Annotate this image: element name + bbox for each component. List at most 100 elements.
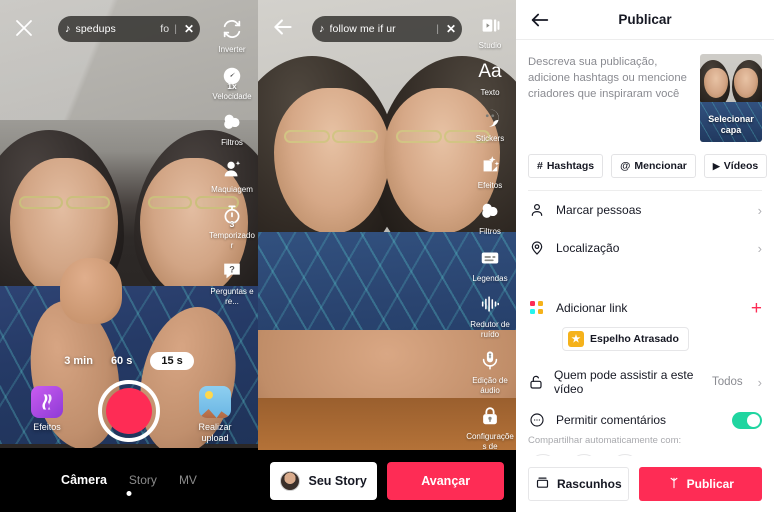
publish-sparkle-icon — [667, 476, 681, 493]
drafts-button[interactable]: Rascunhos — [528, 467, 629, 501]
tool-label: Edição de áudio — [472, 376, 508, 395]
publish-label: Publicar — [686, 477, 734, 491]
music-title: spedups — [75, 23, 116, 35]
tool-velocidade[interactable]: 1x Velocidade — [206, 63, 258, 102]
description-row: Descreva sua publicação, adicione hashta… — [516, 40, 774, 142]
apps-dots-icon — [528, 299, 546, 317]
editor-screen: ♪ follow me if ur | ✕ Studio Aa Texto St… — [258, 0, 516, 512]
description-input[interactable]: Descreva sua publicação, adicione hashta… — [528, 54, 690, 142]
tool-perguntas[interactable]: ? Perguntas e re... — [206, 258, 258, 306]
tool-temporizador[interactable]: 3 Temporizador — [206, 202, 258, 250]
avatar — [280, 471, 301, 491]
editor-action-bar: Seu Story Avançar — [258, 450, 516, 512]
add-link-plus-icon[interactable]: + — [751, 299, 762, 318]
audio-edit-icon — [477, 347, 503, 373]
close-icon[interactable]: ✕ — [444, 22, 456, 36]
record-button[interactable] — [98, 380, 160, 442]
drafts-label: Rascunhos — [556, 477, 622, 491]
tool-filtros[interactable]: Filtros — [464, 198, 516, 237]
tool-label: Filtros — [479, 227, 501, 236]
filters-icon — [477, 198, 503, 224]
location-pin-icon — [528, 239, 546, 257]
tab-mv[interactable]: MV — [179, 473, 197, 487]
divider: | — [174, 23, 177, 35]
tool-texto[interactable]: Aa Texto — [464, 59, 516, 98]
timer-badge: 3 — [229, 219, 235, 229]
text-icon: Aa — [478, 61, 502, 82]
sticker-icon — [477, 105, 503, 131]
add-link-row[interactable]: Adicionar link + — [516, 289, 774, 327]
privacy-value: Todos — [711, 376, 743, 388]
row-label: Adicionar link — [556, 301, 628, 315]
back-arrow-icon[interactable] — [270, 14, 298, 42]
tool-studio[interactable]: Studio — [464, 12, 516, 51]
chevron-right-icon: › — [757, 240, 762, 256]
cover-thumbnail[interactable]: Selecionar capa — [700, 54, 762, 142]
effects-button[interactable]: Efeitos — [16, 386, 78, 433]
app-badge-icon: ★ — [568, 331, 584, 347]
tab-camera[interactable]: Câmera — [61, 473, 107, 487]
privacy-row[interactable]: Quem pode assistir a este vídeo Todos › — [516, 363, 774, 401]
hashtags-chip[interactable]: # Hashtags — [528, 154, 604, 178]
question-icon: ? — [219, 258, 245, 284]
videos-chip[interactable]: ▶ Vídeos — [703, 154, 768, 178]
music-note-icon: ♪ — [319, 22, 325, 35]
row-label: Quem pode assistir a este vídeo — [554, 368, 694, 396]
mention-chip[interactable]: @ Mencionar — [611, 154, 696, 178]
auto-share-label: Compartilhar automaticamente com: — [528, 435, 682, 446]
tool-filtros[interactable]: Filtros — [206, 109, 258, 148]
close-icon[interactable]: ✕ — [182, 22, 194, 36]
close-icon[interactable] — [12, 16, 36, 40]
tool-edicao-audio[interactable]: Edição de áudio — [464, 347, 516, 395]
location-row[interactable]: Localização › — [516, 229, 774, 267]
tool-label: Texto — [480, 87, 500, 97]
music-title: follow me if ur — [329, 23, 396, 35]
at-icon: @ — [620, 160, 631, 172]
person-icon — [528, 201, 546, 219]
effects-sparkle-icon — [477, 152, 503, 178]
tool-label: Redutor de ruído — [470, 320, 510, 339]
music-pill-editor[interactable]: ♪ follow me if ur | ✕ — [312, 16, 462, 42]
makeup-icon — [219, 156, 245, 182]
speed-icon: 1x — [219, 63, 245, 91]
publish-screen: Publicar Descreva sua publicação, adicio… — [516, 0, 774, 512]
studio-icon — [477, 12, 503, 38]
linked-app-tag[interactable]: ★ Espelho Atrasado — [562, 327, 689, 351]
page-title: Publicar — [618, 12, 672, 27]
tool-label: Legendas — [472, 273, 508, 283]
three-panel-screenshot: ♪ spedups fo | ✕ Inverter 1x Velocidade … — [0, 0, 774, 512]
tool-maquiagem[interactable]: Maquiagem — [206, 156, 258, 195]
tool-stickers[interactable]: Stickers — [464, 105, 516, 144]
effects-label: Efeitos — [33, 422, 61, 432]
chip-label: Hashtags — [546, 160, 595, 172]
tool-legendas[interactable]: Legendas — [464, 245, 516, 284]
duration-option[interactable]: 3 min — [64, 355, 93, 367]
music-pill-camera[interactable]: ♪ spedups fo | ✕ — [58, 16, 200, 42]
tool-label: Velocidade — [212, 91, 252, 101]
music-note-icon: ♪ — [65, 22, 71, 35]
allow-comments-toggle[interactable] — [732, 411, 762, 429]
tag-people-row[interactable]: Marcar pessoas › — [516, 191, 774, 229]
publish-button[interactable]: Publicar — [638, 467, 762, 501]
row-label: Permitir comentários — [556, 413, 667, 427]
chip-label: Mencionar — [634, 160, 687, 172]
duration-option-selected[interactable]: 15 s — [150, 352, 194, 370]
compose-chips: # Hashtags @ Mencionar ▶ Vídeos — [516, 142, 774, 190]
your-story-button[interactable]: Seu Story — [270, 462, 378, 500]
mode-indicator-dot — [126, 491, 132, 496]
tool-efeitos[interactable]: Efeitos — [464, 152, 516, 191]
tool-redutor-ruido[interactable]: Redutor de ruído — [464, 291, 516, 339]
back-arrow-icon[interactable] — [529, 9, 551, 31]
tab-story[interactable]: Story — [129, 473, 157, 487]
publish-header: Publicar — [516, 0, 774, 40]
upload-button[interactable]: Realizar upload — [184, 386, 246, 444]
chip-label: Vídeos — [723, 160, 759, 172]
duration-option[interactable]: 60 s — [111, 355, 132, 367]
camera-tools-rail: Inverter 1x Velocidade Filtros Maquiagem… — [206, 8, 258, 306]
tool-inverter[interactable]: Inverter — [206, 16, 258, 55]
next-button[interactable]: Avançar — [387, 462, 504, 500]
cover-label: Selecionar capa — [708, 114, 754, 135]
allow-comments-row[interactable]: Permitir comentários — [516, 401, 774, 439]
video-play-icon: ▶ — [712, 160, 720, 171]
filters-icon — [219, 109, 245, 135]
